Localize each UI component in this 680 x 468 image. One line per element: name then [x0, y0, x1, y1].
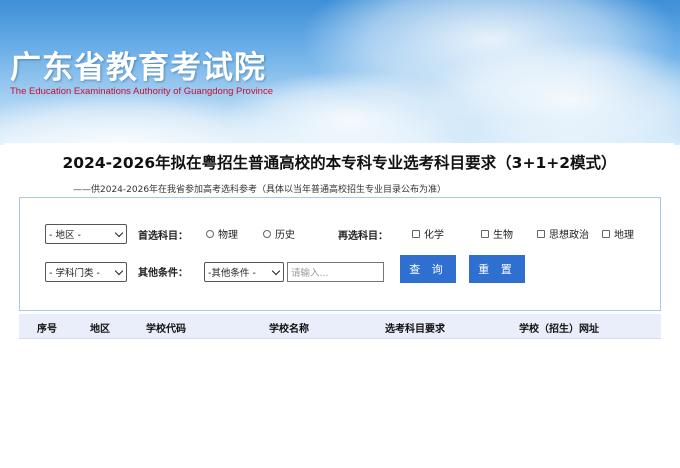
chevron-down-icon: [114, 266, 124, 276]
site-title: 广东省教育考试院: [10, 50, 266, 86]
other-conditions-select[interactable]: -其他条件 -: [204, 262, 284, 282]
site-subtitle: The Education Examinations Authority of …: [10, 86, 273, 97]
column-header-subject-requirements: 选考科目要求: [385, 324, 445, 335]
page-note: ——供2024-2026年在我省参加高考选科参考（具体以当年普通高校招生专业目录…: [73, 185, 447, 195]
reset-button[interactable]: 重 置: [469, 255, 525, 283]
region-select[interactable]: - 地区 -: [45, 224, 127, 244]
column-header-region: 地区: [90, 324, 110, 335]
checkbox-biology[interactable]: 生物: [481, 226, 513, 241]
category-select[interactable]: - 学科门类 -: [45, 262, 127, 282]
checkbox-geography[interactable]: 地理: [602, 226, 634, 241]
other-conditions-label: 其他条件：: [138, 268, 188, 279]
results-table-header: 序号 地区 学校代码 学校名称 选考科目要求 学校（招生）网址: [19, 314, 661, 339]
chevron-down-icon: [271, 266, 281, 276]
checkbox-chemistry[interactable]: 化学: [412, 226, 444, 241]
radio-history-label: 历史: [275, 230, 295, 241]
chevron-down-icon: [114, 228, 124, 238]
keyword-input[interactable]: 请输入...: [287, 262, 384, 282]
checkbox-biology-label: 生物: [493, 230, 513, 241]
page-title: 2024-2026年拟在粤招生普通高校的本专科专业选考科目要求（3+1+2模式）: [62, 154, 617, 172]
reselect-label: 再选科目：: [338, 231, 388, 242]
radio-physics-label: 物理: [218, 230, 238, 241]
radio-icon: [263, 229, 271, 238]
column-header-school-name: 学校名称: [269, 324, 309, 335]
checkbox-politics[interactable]: 思想政治: [537, 226, 589, 241]
content-panel: 2024-2026年拟在粤招生普通高校的本专科专业选考科目要求（3+1+2模式）…: [5, 143, 674, 468]
radio-physics[interactable]: 物理: [206, 226, 238, 241]
region-select-value: - 地区 -: [49, 230, 81, 241]
checkbox-politics-label: 思想政治: [549, 230, 589, 241]
other-conditions-select-value: -其他条件 -: [208, 268, 256, 279]
search-button[interactable]: 查 询: [400, 255, 456, 283]
checkbox-icon: [602, 229, 610, 238]
first-subject-label: 首选科目：: [138, 231, 188, 242]
header-banner: 广东省教育考试院 The Education Examinations Auth…: [0, 0, 680, 145]
radio-icon: [206, 229, 214, 238]
checkbox-chemistry-label: 化学: [424, 230, 444, 241]
column-header-index: 序号: [37, 324, 57, 335]
checkbox-icon: [412, 229, 420, 238]
radio-history[interactable]: 历史: [263, 226, 295, 241]
category-select-value: - 学科门类 -: [49, 268, 100, 279]
checkbox-icon: [537, 229, 545, 238]
checkbox-geography-label: 地理: [614, 230, 634, 241]
column-header-school-code: 学校代码: [146, 324, 186, 335]
keyword-input-placeholder: 请输入...: [291, 268, 329, 279]
checkbox-icon: [481, 229, 489, 238]
search-form: - 地区 - 首选科目： 物理 历史 再选科目： 化学 生物 思想政治 地理 -…: [19, 197, 661, 311]
column-header-school-website: 学校（招生）网址: [519, 324, 599, 335]
